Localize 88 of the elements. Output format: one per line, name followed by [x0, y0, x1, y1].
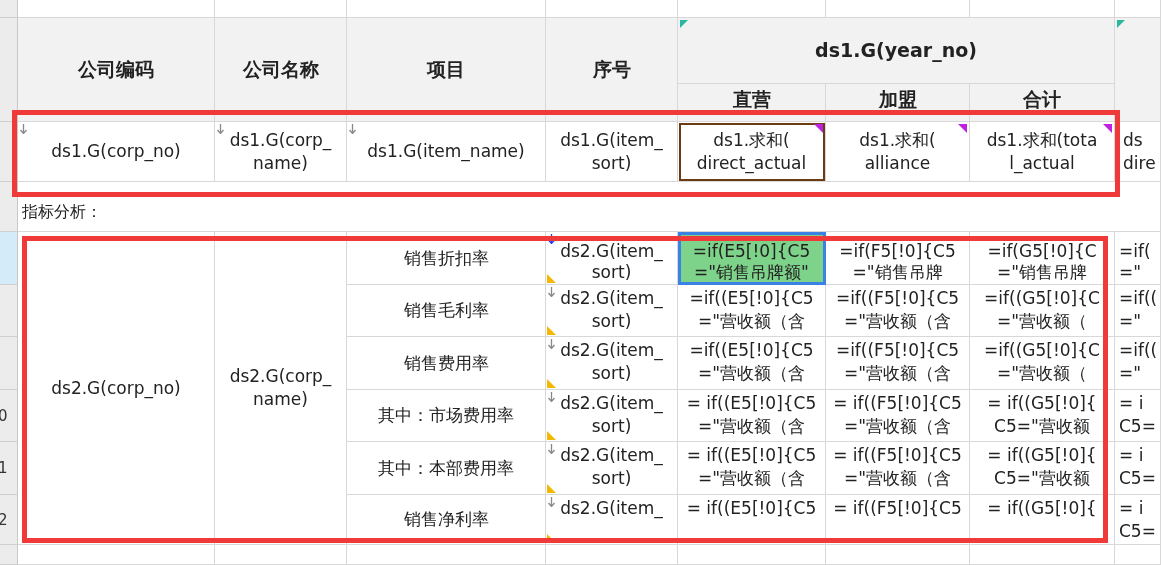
table-cell[interactable] — [1115, 545, 1161, 565]
row-number: 1 — [0, 459, 8, 477]
table-cell[interactable] — [826, 545, 970, 565]
corner-triangle-icon — [814, 124, 823, 133]
formula-cell[interactable]: =if( =" — [1115, 232, 1161, 285]
down-arrow-icon — [20, 124, 27, 134]
group-header: ds1.G(year_no) — [678, 18, 1115, 84]
table-cell[interactable]: ds2.G(item_ sort) — [546, 390, 678, 442]
field-cell[interactable]: ds1.求和( direct_actual — [678, 122, 826, 182]
table-cell[interactable]: 销售净利率 — [347, 495, 546, 545]
table-cell[interactable] — [546, 545, 678, 565]
table-cell[interactable] — [215, 0, 347, 18]
formula-cell[interactable]: = if((F5[!0]{C5 ="营收额（含 — [826, 442, 970, 495]
row-header[interactable] — [0, 232, 18, 285]
corner-triangle-icon — [547, 379, 556, 388]
formula-cell[interactable]: =if((E5[!0]{C5 ="营收额（含 — [678, 337, 826, 390]
column-header: 公司编码 — [18, 18, 215, 122]
formula-cell[interactable]: = if((G5[!0]{ C5="营收额 — [970, 390, 1115, 442]
table-cell[interactable] — [215, 545, 347, 565]
row-header[interactable]: 1 — [0, 442, 18, 495]
corner-triangle-icon — [958, 124, 967, 133]
table-cell[interactable] — [546, 0, 678, 18]
table-cell[interactable] — [18, 0, 215, 18]
table-cell[interactable] — [826, 0, 970, 18]
table-cell[interactable]: 其中：市场费用率 — [347, 390, 546, 442]
field-cell[interactable]: ds1.G(corp_no) — [18, 122, 215, 182]
row-header[interactable] — [0, 545, 18, 565]
table-cell[interactable] — [347, 0, 546, 18]
formula-cell[interactable]: = i C5= — [1115, 495, 1161, 545]
formula-cell[interactable]: =if((E5[!0]{C5 ="营收额（含 — [678, 285, 826, 337]
down-arrow-icon — [548, 339, 555, 349]
formula-cell[interactable]: = if((G5[!0]{ — [970, 495, 1115, 545]
table-cell[interactable]: 销售毛利率 — [347, 285, 546, 337]
column-header: 公司名称 — [215, 18, 347, 122]
column-header: 项目 — [347, 18, 546, 122]
formula-cell[interactable]: =if(( =" — [1115, 285, 1161, 337]
formula-cell[interactable]: = if((F5[!0]{C5 ="营收额（含 — [826, 390, 970, 442]
corner-triangle-icon — [547, 484, 556, 493]
down-arrow-icon — [548, 444, 555, 454]
formula-cell[interactable]: = i C5= — [1115, 442, 1161, 495]
table-cell[interactable] — [1115, 18, 1161, 122]
corner-triangle-icon — [1103, 124, 1112, 133]
corner-arrow-icon — [1117, 20, 1126, 29]
formula-cell[interactable]: = if((G5[!0]{ C5="营收额 — [970, 442, 1115, 495]
table-cell[interactable] — [970, 545, 1115, 565]
row-header[interactable] — [0, 18, 18, 122]
row-header[interactable] — [0, 337, 18, 390]
table-cell[interactable] — [18, 545, 215, 565]
table-cell[interactable] — [1115, 0, 1161, 18]
down-arrow-icon — [548, 392, 555, 402]
field-cell[interactable]: ds1.G(corp_ name) — [215, 122, 347, 182]
formula-cell[interactable]: =if(( =" — [1115, 337, 1161, 390]
table-cell[interactable]: ds2.G(corp_ name) — [215, 232, 347, 545]
corner-triangle-icon — [547, 431, 556, 440]
table-cell[interactable] — [678, 545, 826, 565]
field-cell[interactable]: ds1.求和(tota l_actual — [970, 122, 1115, 182]
down-arrow-icon — [217, 124, 224, 134]
formula-cell[interactable]: = if((E5[!0]{C5 ="营收额（含 — [678, 390, 826, 442]
down-arrow-icon — [548, 497, 555, 507]
table-cell[interactable]: 其中：本部费用率 — [347, 442, 546, 495]
formula-cell[interactable]: =if((G5[!0]{C ="营收额（ — [970, 285, 1115, 337]
down-arrow-icon — [349, 124, 356, 134]
formula-cell[interactable]: =if((F5[!0]{C5 ="营收额（含 — [826, 337, 970, 390]
table-cell[interactable]: ds2.G(item_ sort) — [546, 285, 678, 337]
corner-arrow-icon — [680, 20, 689, 29]
field-cell[interactable]: ds1.G(item_name) — [347, 122, 546, 182]
table-cell[interactable] — [970, 0, 1115, 18]
column-header: 序号 — [546, 18, 678, 122]
down-arrow-icon — [548, 234, 555, 244]
field-cell[interactable]: ds1.G(item_ sort) — [546, 122, 678, 182]
table-cell[interactable]: ds2.G(item_ sort) — [546, 442, 678, 495]
table-cell[interactable] — [678, 0, 826, 18]
formula-cell[interactable]: =if((G5[!0]{C ="营收额（ — [970, 337, 1115, 390]
formula-cell[interactable]: = if((E5[!0]{C5 ="营收额（含 — [678, 442, 826, 495]
table-cell[interactable]: ds2.G(corp_no) — [18, 232, 215, 545]
row-header[interactable] — [0, 285, 18, 337]
table-cell[interactable]: ds2.G(item_ sort) — [546, 337, 678, 390]
formula-cell[interactable]: = if((E5[!0]{C5 — [678, 495, 826, 545]
table-cell[interactable]: 销售费用率 — [347, 337, 546, 390]
field-cell[interactable]: ds1.求和( alliance — [826, 122, 970, 182]
row-header[interactable] — [0, 0, 18, 18]
formula-cell[interactable]: = if((F5[!0]{C5 — [826, 495, 970, 545]
table-cell[interactable] — [347, 545, 546, 565]
down-arrow-icon — [548, 287, 555, 297]
formula-cell[interactable]: =if((F5[!0]{C5 ="营收额（含 — [826, 285, 970, 337]
corner-triangle-icon — [547, 326, 556, 335]
corner-triangle-icon — [547, 274, 556, 283]
formula-cell[interactable]: = i C5= — [1115, 390, 1161, 442]
